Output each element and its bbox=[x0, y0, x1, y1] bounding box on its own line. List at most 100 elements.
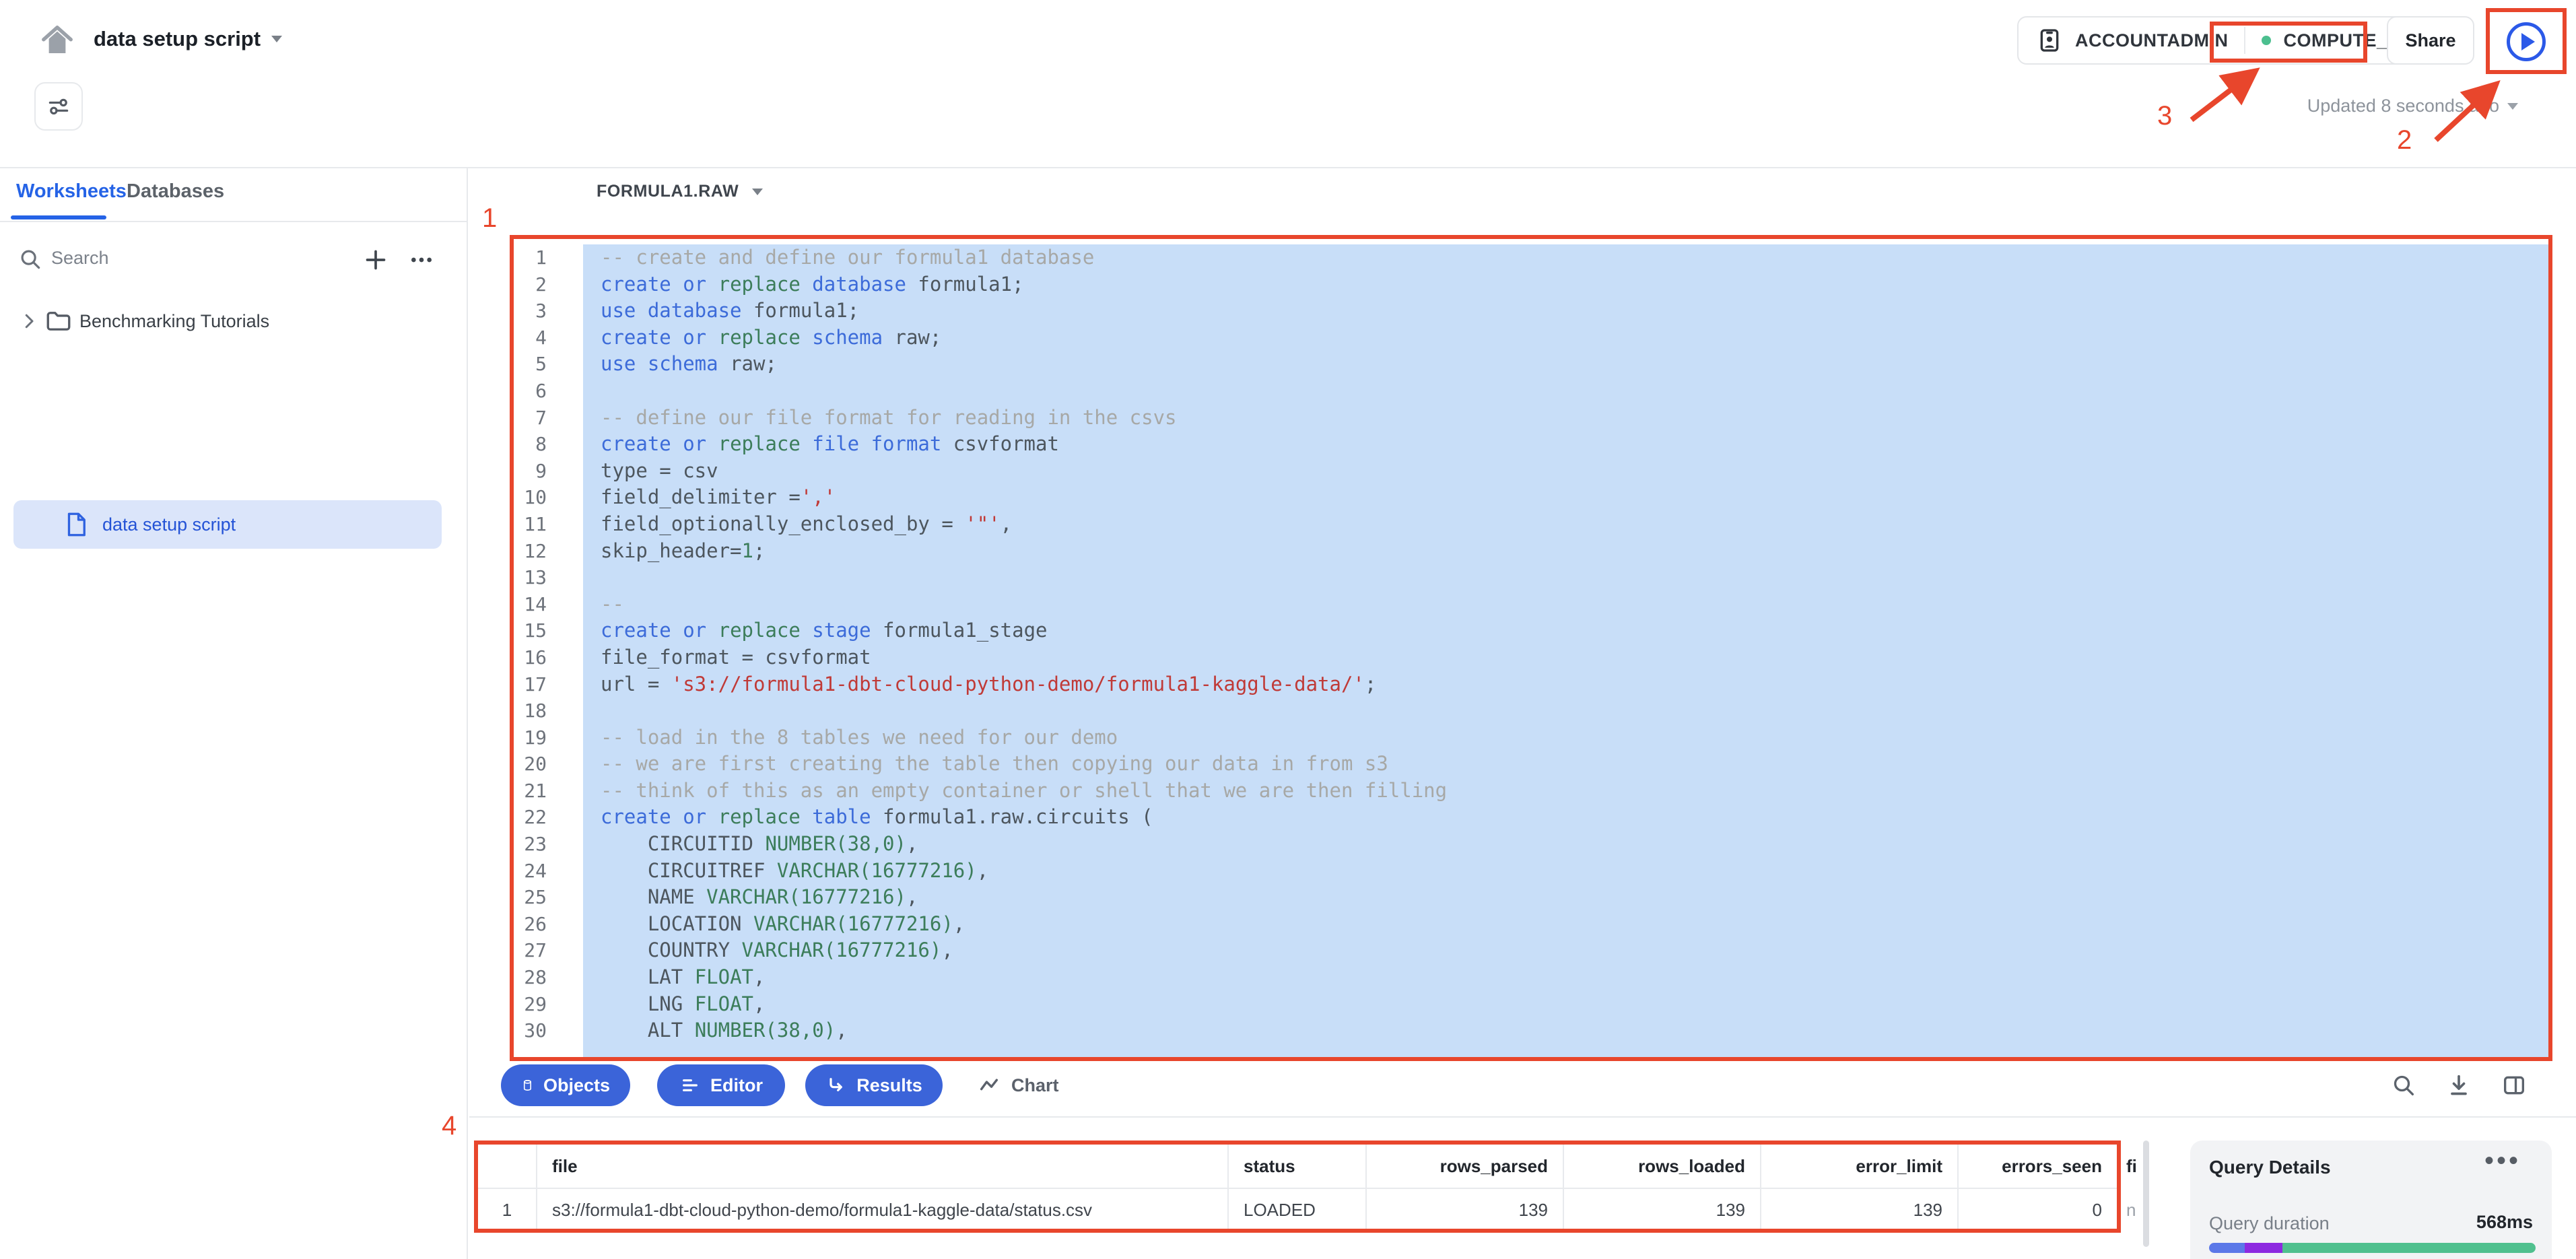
code-token: -- bbox=[601, 592, 624, 615]
column-header[interactable]: status bbox=[1229, 1145, 1367, 1188]
worksheet-search[interactable]: Search bbox=[0, 238, 468, 280]
code-line[interactable]: COUNTRY VARCHAR(16777216), bbox=[583, 937, 2548, 964]
code-line[interactable]: CIRCUITID NUMBER(38,0), bbox=[583, 831, 2548, 858]
results-button[interactable]: Results bbox=[805, 1064, 943, 1106]
code-line[interactable]: create or replace file format csvformat bbox=[583, 431, 2548, 458]
query-details-menu[interactable]: ••• bbox=[2484, 1146, 2521, 1176]
code-line[interactable] bbox=[583, 378, 2548, 405]
line-number: 24 bbox=[514, 858, 583, 885]
query-details-title: Query Details bbox=[2209, 1157, 2331, 1178]
column-header[interactable]: error_limit bbox=[1761, 1145, 1959, 1188]
code-line[interactable]: use schema raw; bbox=[583, 351, 2548, 378]
table-cell[interactable]: 139 bbox=[1761, 1189, 1959, 1231]
column-header[interactable]: rows_parsed bbox=[1367, 1145, 1564, 1188]
code-line[interactable]: -- define our file format for reading in… bbox=[583, 405, 2548, 432]
code-token: ; bbox=[1365, 673, 1376, 695]
sidebar-item-worksheet-selected[interactable]: data setup script bbox=[13, 500, 442, 549]
sql-editor[interactable]: 1234567891011121314151617181920212223242… bbox=[514, 239, 2548, 1057]
table-cell[interactable]: s3://formula1-dbt-cloud-python-demo/form… bbox=[537, 1189, 1229, 1231]
code-line[interactable] bbox=[583, 697, 2548, 724]
results-scrollbar[interactable] bbox=[2143, 1141, 2149, 1247]
context-selector[interactable]: ACCOUNTADMIN COMPUTE_WH bbox=[2017, 16, 2437, 65]
code-line[interactable]: LNG FLOAT, bbox=[583, 991, 2548, 1018]
home-icon[interactable] bbox=[39, 23, 75, 59]
warehouse-status-dot bbox=[2262, 36, 2271, 45]
code-token: database bbox=[801, 273, 906, 296]
editor-code-area[interactable]: -- create and define our formula1 databa… bbox=[583, 239, 2548, 1057]
updated-status[interactable]: Updated 8 seconds ago bbox=[2208, 96, 2518, 116]
worksheet-title[interactable]: data setup script bbox=[94, 27, 282, 51]
run-button[interactable] bbox=[2491, 12, 2561, 71]
chevron-down-icon bbox=[752, 189, 763, 195]
tab-worksheets[interactable]: Worksheets bbox=[16, 180, 127, 203]
sidebar-item-folder[interactable]: Benchmarking Tutorials bbox=[0, 298, 468, 345]
column-header[interactable]: rows_loaded bbox=[1564, 1145, 1761, 1188]
column-header[interactable]: errors_seen bbox=[1959, 1145, 2117, 1188]
column-header[interactable]: file bbox=[537, 1145, 1229, 1188]
pill-divider bbox=[2244, 27, 2245, 54]
code-token: formula1; bbox=[742, 299, 860, 322]
code-token: raw; bbox=[883, 326, 941, 349]
code-line[interactable]: file_format = csvformat bbox=[583, 644, 2548, 671]
code-line[interactable]: -- we are first creating the table then … bbox=[583, 751, 2548, 778]
code-token: LOCATION bbox=[601, 912, 753, 935]
code-token: VARCHAR(16777216) bbox=[742, 939, 942, 961]
code-line[interactable]: field_optionally_enclosed_by = '"', bbox=[583, 511, 2548, 538]
line-number: 22 bbox=[514, 804, 583, 831]
tab-databases[interactable]: Databases bbox=[127, 180, 224, 203]
code-line[interactable]: use database formula1; bbox=[583, 298, 2548, 325]
code-token: 1 bbox=[742, 539, 753, 562]
code-token: LAT bbox=[601, 965, 695, 988]
more-options-icon[interactable] bbox=[408, 246, 435, 273]
search-placeholder: Search bbox=[51, 248, 109, 269]
code-line[interactable]: LOCATION VARCHAR(16777216), bbox=[583, 911, 2548, 938]
code-token: table bbox=[801, 805, 871, 828]
code-line[interactable]: type = csv bbox=[583, 458, 2548, 485]
line-number: 9 bbox=[514, 458, 583, 485]
code-line[interactable]: url = 's3://formula1-dbt-cloud-python-de… bbox=[583, 671, 2548, 698]
download-icon[interactable] bbox=[2445, 1072, 2472, 1099]
code-token: csvformat bbox=[941, 432, 1059, 455]
code-line[interactable]: -- bbox=[583, 591, 2548, 618]
code-line[interactable] bbox=[583, 564, 2548, 591]
line-number: 21 bbox=[514, 778, 583, 805]
filters-button[interactable] bbox=[34, 82, 83, 131]
share-button[interactable]: Share bbox=[2387, 16, 2474, 65]
database-context-selector[interactable]: FORMULA1.RAW bbox=[597, 182, 763, 201]
column-header[interactable] bbox=[478, 1145, 537, 1188]
code-line[interactable]: -- think of this as an empty container o… bbox=[583, 778, 2548, 805]
table-cell[interactable]: 1 bbox=[478, 1189, 537, 1231]
code-line[interactable]: create or replace table formula1.raw.cir… bbox=[583, 804, 2548, 831]
chart-line-icon bbox=[978, 1074, 1001, 1097]
code-line[interactable]: field_delimiter =',' bbox=[583, 484, 2548, 511]
table-cell[interactable]: 0 bbox=[1959, 1189, 2117, 1231]
code-line[interactable]: -- create and define our formula1 databa… bbox=[583, 244, 2548, 271]
table-cell[interactable]: LOADED bbox=[1229, 1189, 1367, 1231]
split-columns-icon[interactable] bbox=[2501, 1072, 2528, 1099]
code-line[interactable]: create or replace schema raw; bbox=[583, 325, 2548, 351]
duration-bar-segment bbox=[2282, 1243, 2536, 1253]
code-line[interactable]: create or replace stage formula1_stage bbox=[583, 617, 2548, 644]
code-token: formula1; bbox=[906, 273, 1024, 296]
code-token: , bbox=[941, 939, 953, 961]
line-number: 27 bbox=[514, 937, 583, 964]
code-line[interactable]: NAME VARCHAR(16777216), bbox=[583, 884, 2548, 911]
editor-button[interactable]: Editor bbox=[657, 1064, 785, 1106]
new-worksheet-button[interactable] bbox=[362, 246, 389, 273]
search-results-icon[interactable] bbox=[2390, 1072, 2417, 1099]
code-line[interactable]: LAT FLOAT, bbox=[583, 964, 2548, 991]
query-duration-value: 568ms bbox=[2476, 1212, 2533, 1233]
chart-tab[interactable]: Chart bbox=[978, 1064, 1059, 1106]
table-row[interactable]: 1s3://formula1-dbt-cloud-python-demo/for… bbox=[478, 1189, 2117, 1231]
code-line[interactable]: ALT NUMBER(38,0), bbox=[583, 1017, 2548, 1044]
search-icon bbox=[18, 246, 43, 272]
code-line[interactable]: skip_header=1; bbox=[583, 538, 2548, 565]
code-token: create or bbox=[601, 273, 718, 296]
code-line[interactable]: -- load in the 8 tables we need for our … bbox=[583, 724, 2548, 751]
code-line[interactable]: CIRCUITREF VARCHAR(16777216), bbox=[583, 858, 2548, 885]
objects-button[interactable]: Objects bbox=[501, 1064, 630, 1106]
table-cell[interactable]: 139 bbox=[1564, 1189, 1761, 1231]
code-line[interactable]: create or replace database formula1; bbox=[583, 271, 2548, 298]
table-cell[interactable]: 139 bbox=[1367, 1189, 1564, 1231]
code-token: type = csv bbox=[601, 459, 718, 482]
